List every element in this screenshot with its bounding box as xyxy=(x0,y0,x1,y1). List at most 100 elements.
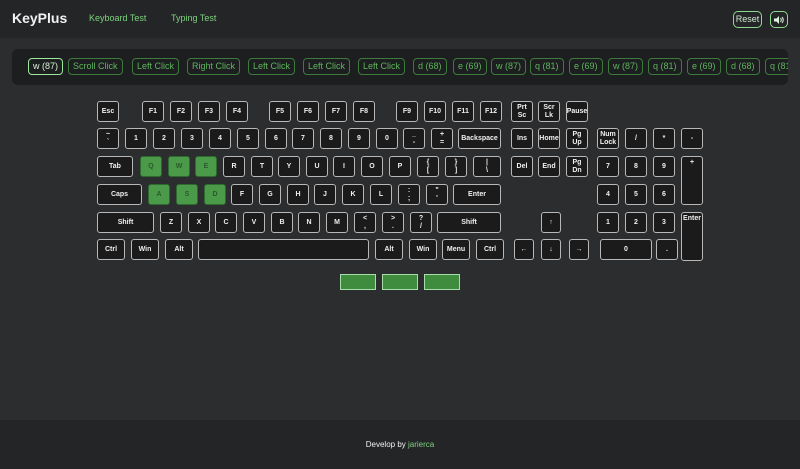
key-m[interactable]: M xyxy=(326,212,348,233)
key-rbr[interactable]: } ] xyxy=(445,156,467,177)
key-end[interactable]: End xyxy=(538,156,560,177)
key-quote[interactable]: " ' xyxy=(426,184,448,205)
key-del[interactable]: Del xyxy=(511,156,533,177)
key-p[interactable]: P xyxy=(389,156,411,177)
key-z[interactable]: Z xyxy=(160,212,182,233)
sound-toggle-button[interactable] xyxy=(770,11,788,28)
key-right[interactable]: → xyxy=(569,239,589,260)
key-e[interactable]: E xyxy=(195,156,217,177)
key-f11[interactable]: F11 xyxy=(452,101,474,122)
key-w[interactable]: W xyxy=(168,156,190,177)
key-enter[interactable]: Enter xyxy=(453,184,501,205)
key-lbr[interactable]: { [ xyxy=(417,156,439,177)
key-ins[interactable]: Ins xyxy=(511,128,533,149)
key-r[interactable]: R xyxy=(223,156,245,177)
key-np0[interactable]: 0 xyxy=(600,239,652,260)
key-o[interactable]: O xyxy=(361,156,383,177)
key-d7[interactable]: 7 xyxy=(292,128,314,149)
key-comma[interactable]: < , xyxy=(354,212,376,233)
key-f1[interactable]: F1 xyxy=(142,101,164,122)
key-d0[interactable]: 0 xyxy=(376,128,398,149)
key-d5[interactable]: 5 xyxy=(237,128,259,149)
key-ralt[interactable]: Alt xyxy=(375,239,403,260)
key-np2[interactable]: 2 xyxy=(625,212,647,233)
key-caps[interactable]: Caps xyxy=(97,184,142,205)
key-u[interactable]: U xyxy=(306,156,328,177)
key-f5[interactable]: F5 xyxy=(269,101,291,122)
key-f3[interactable]: F3 xyxy=(198,101,220,122)
key-d6[interactable]: 6 xyxy=(265,128,287,149)
key-scrlk[interactable]: Scr Lk xyxy=(538,101,560,122)
key-l[interactable]: L xyxy=(370,184,392,205)
key-pause[interactable]: Pause xyxy=(566,101,588,122)
key-backspace[interactable]: Backspace xyxy=(458,128,501,149)
key-npdot[interactable]: . xyxy=(656,239,678,260)
key-b[interactable]: B xyxy=(271,212,293,233)
nav-typing-test[interactable]: Typing Test xyxy=(171,13,216,23)
key-npsub[interactable]: - xyxy=(681,128,703,149)
key-rwin[interactable]: Win xyxy=(409,239,437,260)
key-v[interactable]: V xyxy=(243,212,265,233)
key-pgup[interactable]: Pg Up xyxy=(566,128,588,149)
key-q[interactable]: Q xyxy=(140,156,162,177)
key-left[interactable]: ← xyxy=(514,239,534,260)
key-space[interactable] xyxy=(198,239,369,260)
key-lalt[interactable]: Alt xyxy=(165,239,193,260)
key-f4[interactable]: F4 xyxy=(226,101,248,122)
key-bslash[interactable]: | \ xyxy=(473,156,501,177)
key-down[interactable]: ↓ xyxy=(541,239,561,260)
key-period[interactable]: > . xyxy=(382,212,404,233)
key-numlock[interactable]: Num Lock xyxy=(597,128,619,149)
key-menu[interactable]: Menu xyxy=(442,239,470,260)
key-prtsc[interactable]: Prt Sc xyxy=(511,101,533,122)
key-f8[interactable]: F8 xyxy=(353,101,375,122)
key-d4[interactable]: 4 xyxy=(209,128,231,149)
key-a[interactable]: A xyxy=(148,184,170,205)
key-f12[interactable]: F12 xyxy=(480,101,502,122)
key-g[interactable]: G xyxy=(259,184,281,205)
key-np8[interactable]: 8 xyxy=(625,156,647,177)
key-f7[interactable]: F7 xyxy=(325,101,347,122)
key-n[interactable]: N xyxy=(298,212,320,233)
key-rctrl[interactable]: Ctrl xyxy=(476,239,504,260)
key-d2[interactable]: 2 xyxy=(153,128,175,149)
key-d[interactable]: D xyxy=(204,184,226,205)
key-npmul[interactable]: * xyxy=(653,128,675,149)
key-x[interactable]: X xyxy=(188,212,210,233)
key-y[interactable]: Y xyxy=(278,156,300,177)
key-rshift[interactable]: Shift xyxy=(437,212,501,233)
key-lwin[interactable]: Win xyxy=(131,239,159,260)
key-up[interactable]: ↑ xyxy=(541,212,561,233)
key-tilde[interactable]: ~ ` xyxy=(97,128,119,149)
key-semi[interactable]: : ; xyxy=(398,184,420,205)
key-equal[interactable]: + = xyxy=(431,128,453,149)
key-npdiv[interactable]: / xyxy=(625,128,647,149)
key-d9[interactable]: 9 xyxy=(348,128,370,149)
key-k[interactable]: K xyxy=(342,184,364,205)
key-slash[interactable]: ? / xyxy=(410,212,432,233)
nav-keyboard-test[interactable]: Keyboard Test xyxy=(89,13,146,23)
app-logo[interactable]: KeyPlus xyxy=(12,10,67,26)
key-tab[interactable]: Tab xyxy=(97,156,133,177)
footer-author-link[interactable]: jarierca xyxy=(408,440,434,449)
key-np7[interactable]: 7 xyxy=(597,156,619,177)
key-f2[interactable]: F2 xyxy=(170,101,192,122)
key-npadd[interactable]: + xyxy=(681,156,703,205)
key-npenter[interactable]: Enter xyxy=(681,212,703,261)
key-i[interactable]: I xyxy=(333,156,355,177)
key-d3[interactable]: 3 xyxy=(181,128,203,149)
key-lshift[interactable]: Shift xyxy=(97,212,154,233)
key-t[interactable]: T xyxy=(251,156,273,177)
key-home[interactable]: Home xyxy=(538,128,560,149)
key-minus[interactable]: _ - xyxy=(403,128,425,149)
key-np3[interactable]: 3 xyxy=(653,212,675,233)
key-np1[interactable]: 1 xyxy=(597,212,619,233)
key-np6[interactable]: 6 xyxy=(653,184,675,205)
key-d1[interactable]: 1 xyxy=(125,128,147,149)
key-h[interactable]: H xyxy=(287,184,309,205)
key-esc[interactable]: Esc xyxy=(97,101,119,122)
key-np4[interactable]: 4 xyxy=(597,184,619,205)
key-f6[interactable]: F6 xyxy=(297,101,319,122)
key-c[interactable]: C xyxy=(215,212,237,233)
key-d8[interactable]: 8 xyxy=(320,128,342,149)
